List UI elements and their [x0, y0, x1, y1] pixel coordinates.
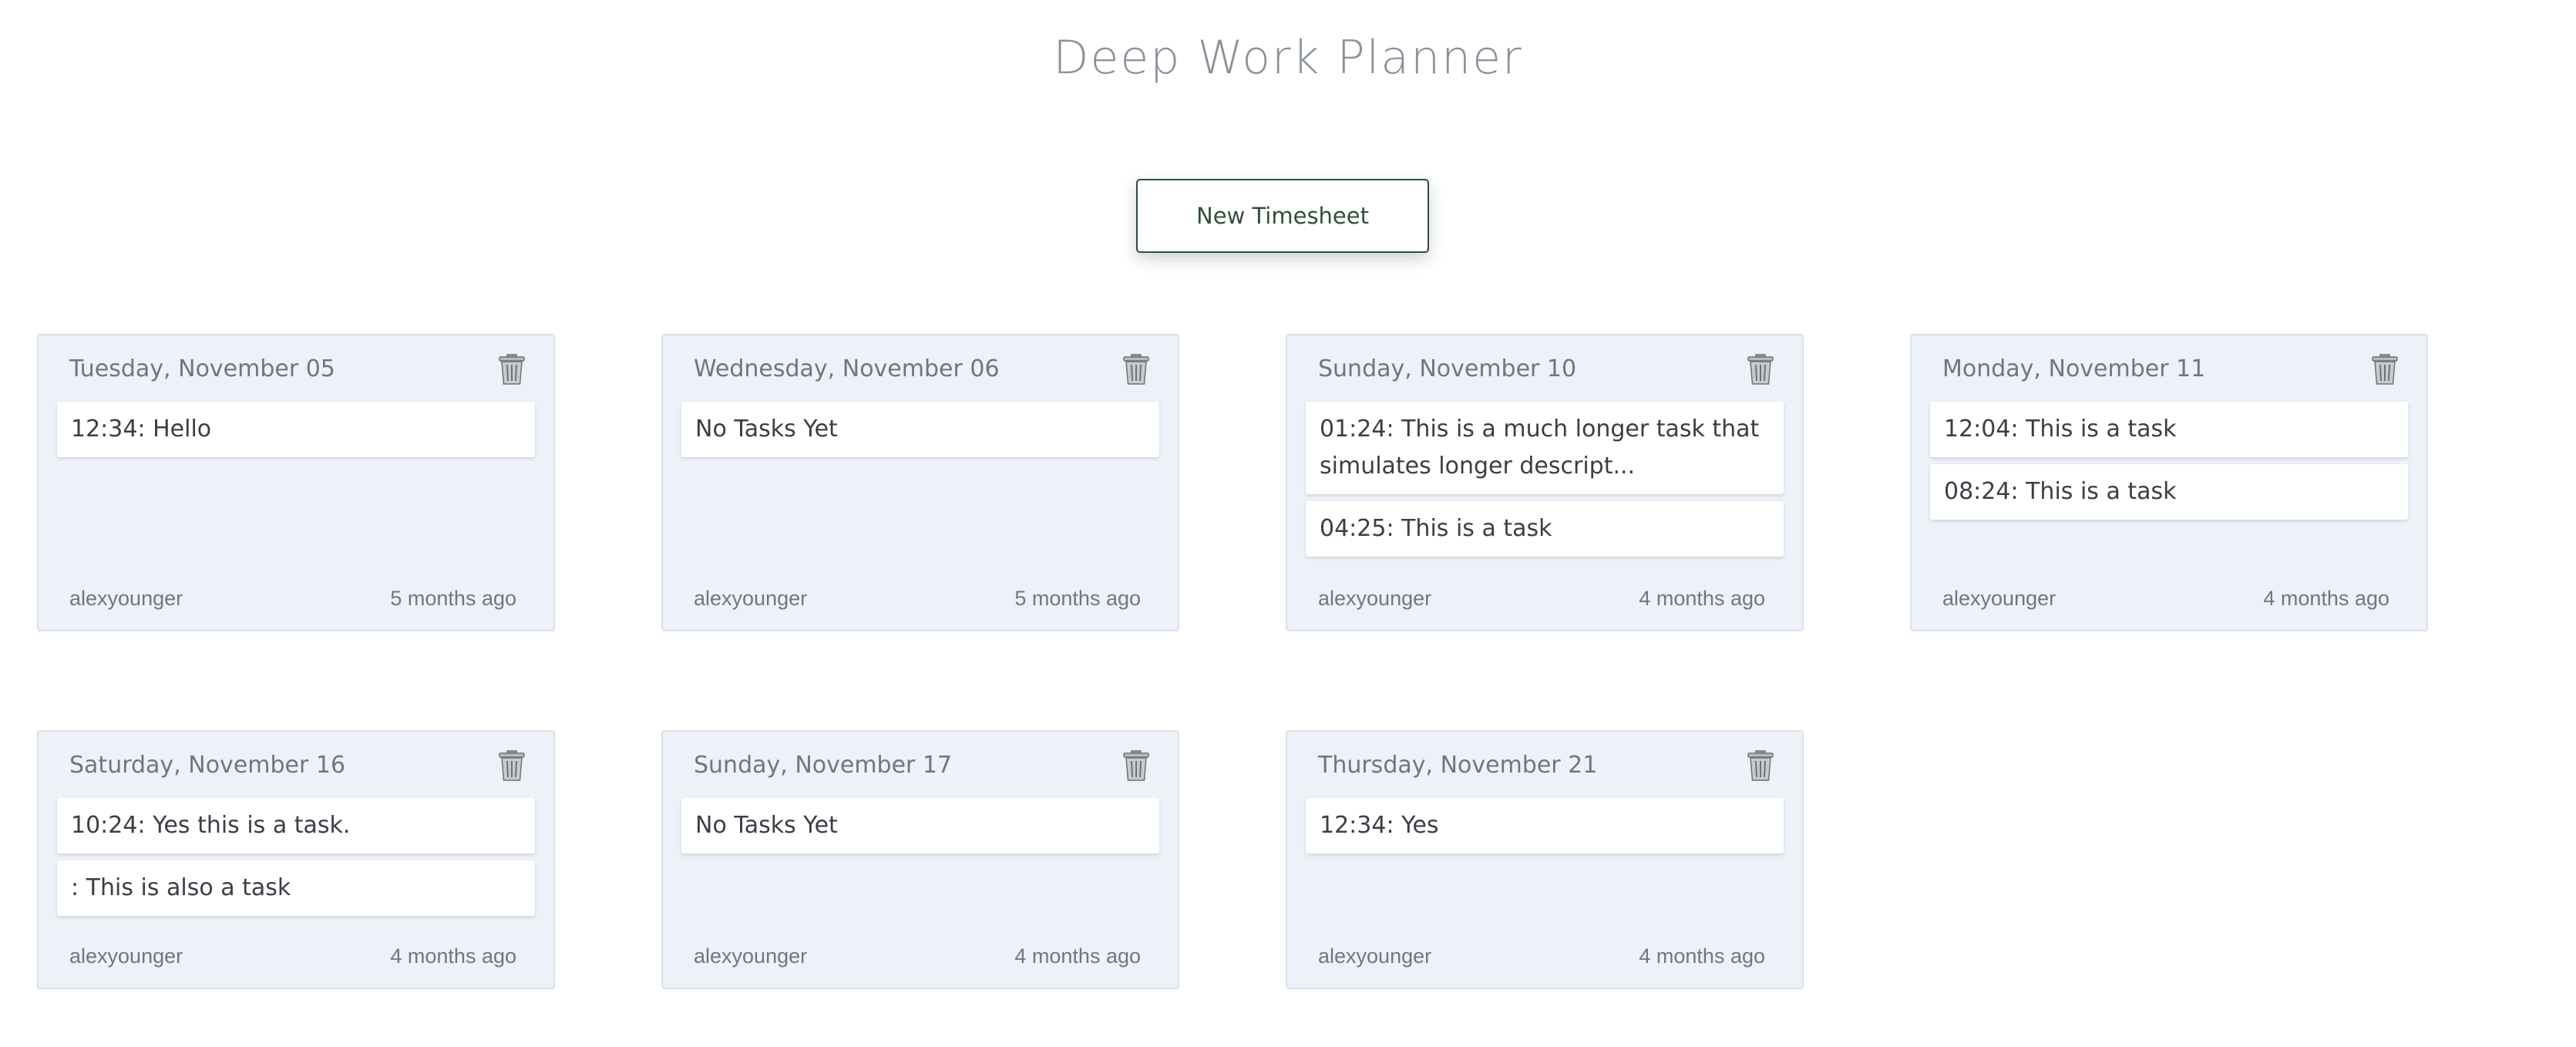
card-date: Wednesday, November 06: [694, 355, 1000, 382]
task-item[interactable]: 10:24: Yes this is a task.: [57, 798, 535, 853]
card-date: Sunday, November 10: [1318, 355, 1577, 382]
card-header: Thursday, November 21: [1318, 746, 1779, 784]
card-header: Tuesday, November 05: [69, 349, 530, 388]
task-item[interactable]: 08:24: This is a task: [1930, 464, 2408, 520]
trash-icon[interactable]: [2371, 352, 2399, 386]
task-list: 10:24: Yes this is a task. : This is also…: [57, 798, 535, 923]
card-header: Monday, November 11: [1942, 349, 2403, 388]
task-list: No Tasks Yet: [681, 798, 1159, 860]
card-author: alexyounger: [69, 944, 183, 968]
timesheet-card: Sunday, November 17 No Tasks Yet alexyou…: [661, 730, 1179, 989]
timesheet-card: Monday, November 11 12:04: This is a tas…: [1910, 334, 2428, 631]
card-age: 4 months ago: [390, 944, 516, 968]
card-footer: alexyounger 4 months ago: [69, 944, 516, 972]
card-date: Saturday, November 16: [69, 752, 346, 779]
card-footer: alexyounger 5 months ago: [694, 587, 1141, 614]
card-date: Thursday, November 21: [1318, 752, 1598, 779]
card-author: alexyounger: [694, 587, 808, 610]
task-item[interactable]: No Tasks Yet: [681, 402, 1159, 457]
task-item[interactable]: 01:24: This is a much longer task that s…: [1306, 402, 1784, 494]
task-list: No Tasks Yet: [681, 402, 1159, 464]
card-author: alexyounger: [1318, 587, 1432, 610]
task-list: 12:34: Hello: [57, 402, 535, 464]
task-item[interactable]: 12:34: Yes: [1306, 798, 1784, 853]
page-title: Deep Work Planner: [1053, 31, 1523, 85]
task-item[interactable]: 12:34: Hello: [57, 402, 535, 457]
card-footer: alexyounger 4 months ago: [1942, 587, 2389, 614]
card-footer: alexyounger 4 months ago: [694, 944, 1141, 972]
card-age: 4 months ago: [1639, 587, 1765, 610]
card-author: alexyounger: [69, 587, 183, 610]
timesheet-card: Thursday, November 21 12:34: Yes alexyou…: [1286, 730, 1804, 989]
card-date: Monday, November 11: [1942, 355, 2206, 382]
card-age: 4 months ago: [2263, 587, 2389, 610]
timesheet-card: Saturday, November 16 10:24: Yes this is…: [37, 730, 555, 989]
card-date: Tuesday, November 05: [69, 355, 335, 382]
card-author: alexyounger: [694, 944, 808, 968]
card-age: 5 months ago: [1014, 587, 1141, 610]
task-list: 01:24: This is a much longer task that s…: [1306, 402, 1784, 564]
trash-icon[interactable]: [1122, 749, 1150, 783]
card-age: 4 months ago: [1639, 944, 1765, 968]
card-age: 4 months ago: [1014, 944, 1141, 968]
task-item[interactable]: 04:25: This is a task: [1306, 501, 1784, 557]
trash-icon[interactable]: [1747, 352, 1774, 386]
card-header: Saturday, November 16: [69, 746, 530, 784]
card-age: 5 months ago: [390, 587, 516, 610]
card-header: Wednesday, November 06: [694, 349, 1155, 388]
card-footer: alexyounger 4 months ago: [1318, 944, 1765, 972]
trash-icon[interactable]: [1747, 749, 1774, 783]
trash-icon[interactable]: [498, 352, 526, 386]
card-footer: alexyounger 5 months ago: [69, 587, 516, 614]
timesheet-card: Tuesday, November 05 12:34: Hello alexyo…: [37, 334, 555, 631]
trash-icon[interactable]: [1122, 352, 1150, 386]
card-author: alexyounger: [1318, 944, 1432, 968]
card-date: Sunday, November 17: [694, 752, 953, 779]
card-header: Sunday, November 17: [694, 746, 1155, 784]
task-list: 12:34: Yes: [1306, 798, 1784, 860]
task-list: 12:04: This is a task 08:24: This is a ta…: [1930, 402, 2408, 527]
card-footer: alexyounger 4 months ago: [1318, 587, 1765, 614]
timesheet-card: Wednesday, November 06 No Tasks Yet alex…: [661, 334, 1179, 631]
card-author: alexyounger: [1942, 587, 2056, 610]
timesheet-card: Sunday, November 10 01:24: This is a muc…: [1286, 334, 1804, 631]
task-item[interactable]: 12:04: This is a task: [1930, 402, 2408, 457]
task-item[interactable]: No Tasks Yet: [681, 798, 1159, 853]
task-item[interactable]: : This is also a task: [57, 860, 535, 916]
card-header: Sunday, November 10: [1318, 349, 1779, 388]
new-timesheet-button[interactable]: New Timesheet: [1136, 179, 1429, 253]
trash-icon[interactable]: [498, 749, 526, 783]
